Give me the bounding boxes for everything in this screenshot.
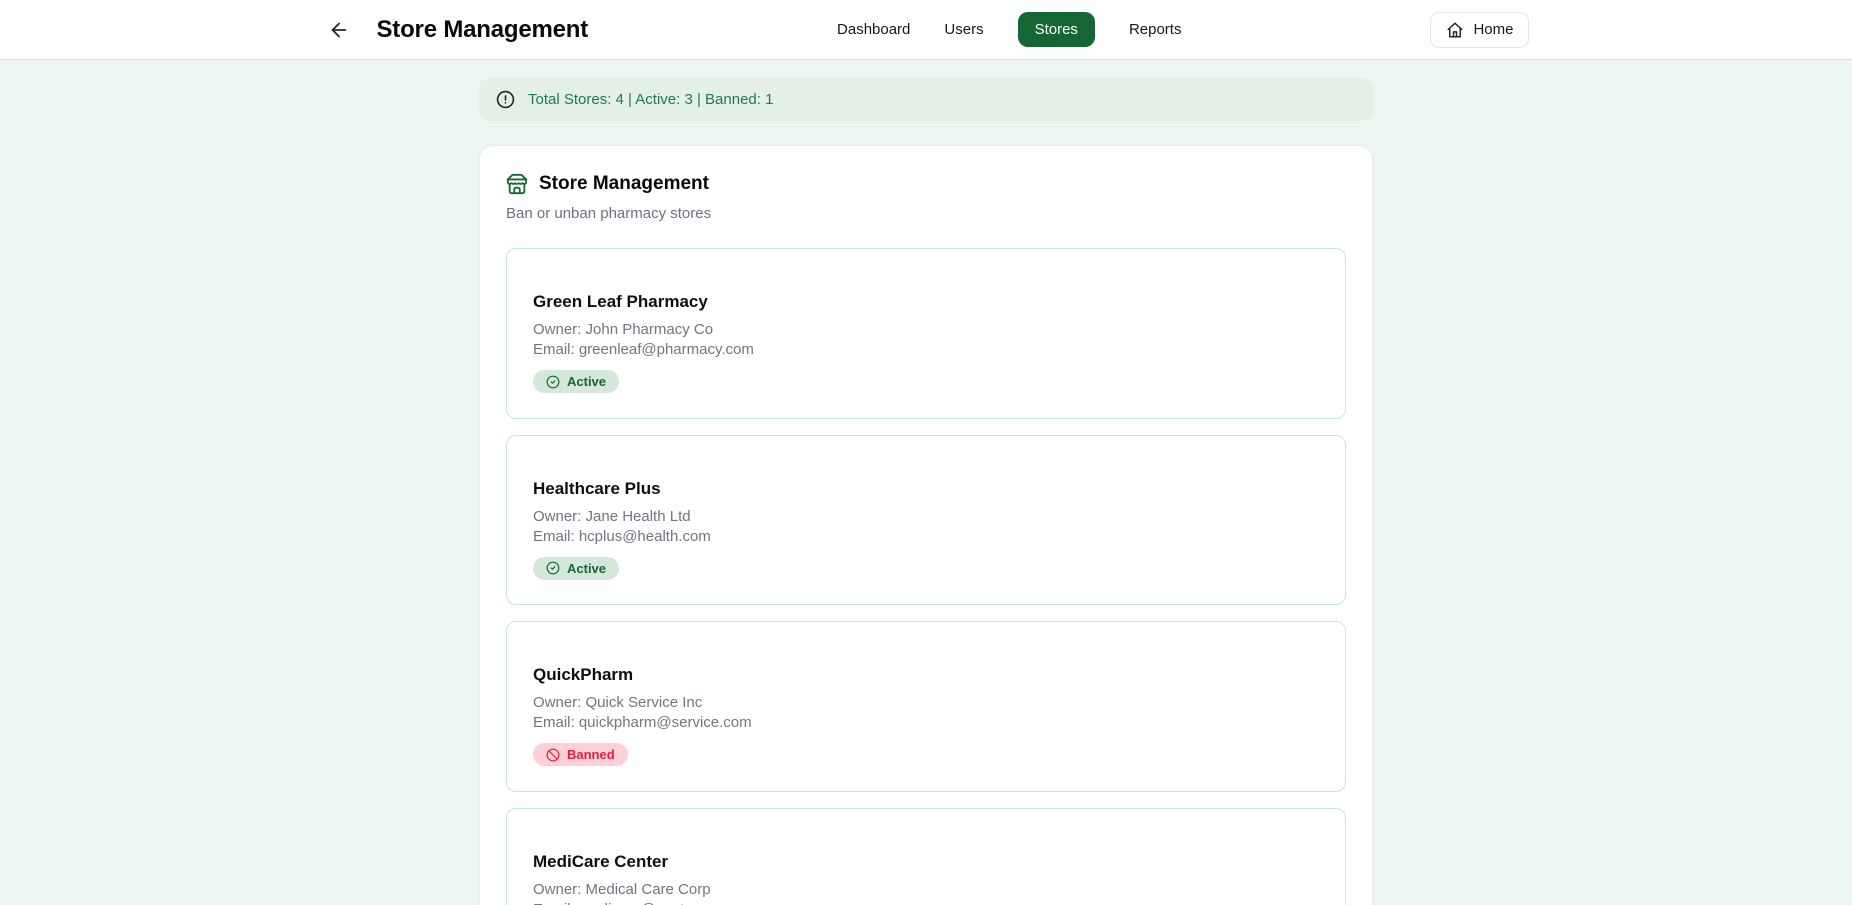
store-email: Email: medicare@center.com (533, 900, 1319, 905)
stats-banner: Total Stores: 4 | Active: 3 | Banned: 1 (479, 78, 1373, 121)
card-subtitle: Ban or unban pharmacy stores (506, 204, 1346, 224)
store-list: Green Leaf Pharmacy Owner: John Pharmacy … (506, 248, 1346, 905)
top-navbar: Store Management Dashboard Users Stores Rep… (0, 0, 1852, 60)
circle-check-icon (546, 375, 560, 389)
store-owner: Owner: Jane Health Ltd (533, 507, 1319, 527)
stats-banner-text: Total Stores: 4 | Active: 3 | Banned: 1 (528, 91, 773, 108)
store-name: Healthcare Plus (533, 478, 1319, 499)
store-card[interactable]: MediCare Center Owner: Medical Care CorpE… (506, 808, 1346, 905)
nav-item-reports[interactable]: Reports (1129, 21, 1182, 38)
top-navbar-inner: Store Management Dashboard Users Stores Rep… (323, 0, 1530, 59)
home-icon (1446, 21, 1464, 39)
status-badge-label: Active (567, 373, 606, 390)
home-button-label: Home (1473, 21, 1513, 38)
circle-check-icon (546, 561, 560, 575)
store-name: MediCare Center (533, 851, 1319, 872)
home-button[interactable]: Home (1430, 12, 1529, 48)
card-header: Store Management (506, 172, 1346, 196)
status-badge-label: Active (567, 560, 606, 577)
back-button[interactable] (323, 14, 355, 46)
store-name: QuickPharm (533, 664, 1319, 685)
store-icon (506, 173, 528, 195)
store-management-card: Store Management Ban or unban pharmacy s… (479, 145, 1373, 905)
store-email: Email: quickpharm@service.com (533, 713, 1319, 733)
store-owner: Owner: Quick Service Inc (533, 693, 1319, 713)
store-card[interactable]: QuickPharm Owner: Quick Service IncEmail:… (506, 621, 1346, 792)
store-email: Email: hcplus@health.com (533, 527, 1319, 547)
header-left-group: Store Management (323, 14, 589, 46)
nav-item-stores[interactable]: Stores (1018, 12, 1095, 47)
store-owner: Owner: Medical Care Corp (533, 880, 1319, 900)
store-name: Green Leaf Pharmacy (533, 291, 1319, 312)
nav-item-dashboard[interactable]: Dashboard (837, 21, 910, 38)
page-title: Store Management (377, 16, 589, 44)
store-card[interactable]: Green Leaf Pharmacy Owner: John Pharmacy … (506, 248, 1346, 419)
status-badge-label: Banned (567, 746, 615, 763)
content-column: Total Stores: 4 | Active: 3 | Banned: 1 … (479, 78, 1373, 905)
status-badge: Active (533, 557, 619, 580)
store-card[interactable]: Healthcare Plus Owner: Jane Health LtdEma… (506, 435, 1346, 606)
circle-alert-icon (496, 90, 515, 109)
status-badge: Active (533, 370, 619, 393)
nav-item-users[interactable]: Users (944, 21, 983, 38)
card-title: Store Management (539, 172, 709, 196)
store-owner: Owner: John Pharmacy Co (533, 320, 1319, 340)
status-badge: Banned (533, 743, 628, 766)
arrow-left-icon (328, 19, 350, 41)
main-nav: Dashboard Users Stores Reports (837, 12, 1181, 47)
ban-icon (546, 748, 560, 762)
store-email: Email: greenleaf@pharmacy.com (533, 340, 1319, 360)
